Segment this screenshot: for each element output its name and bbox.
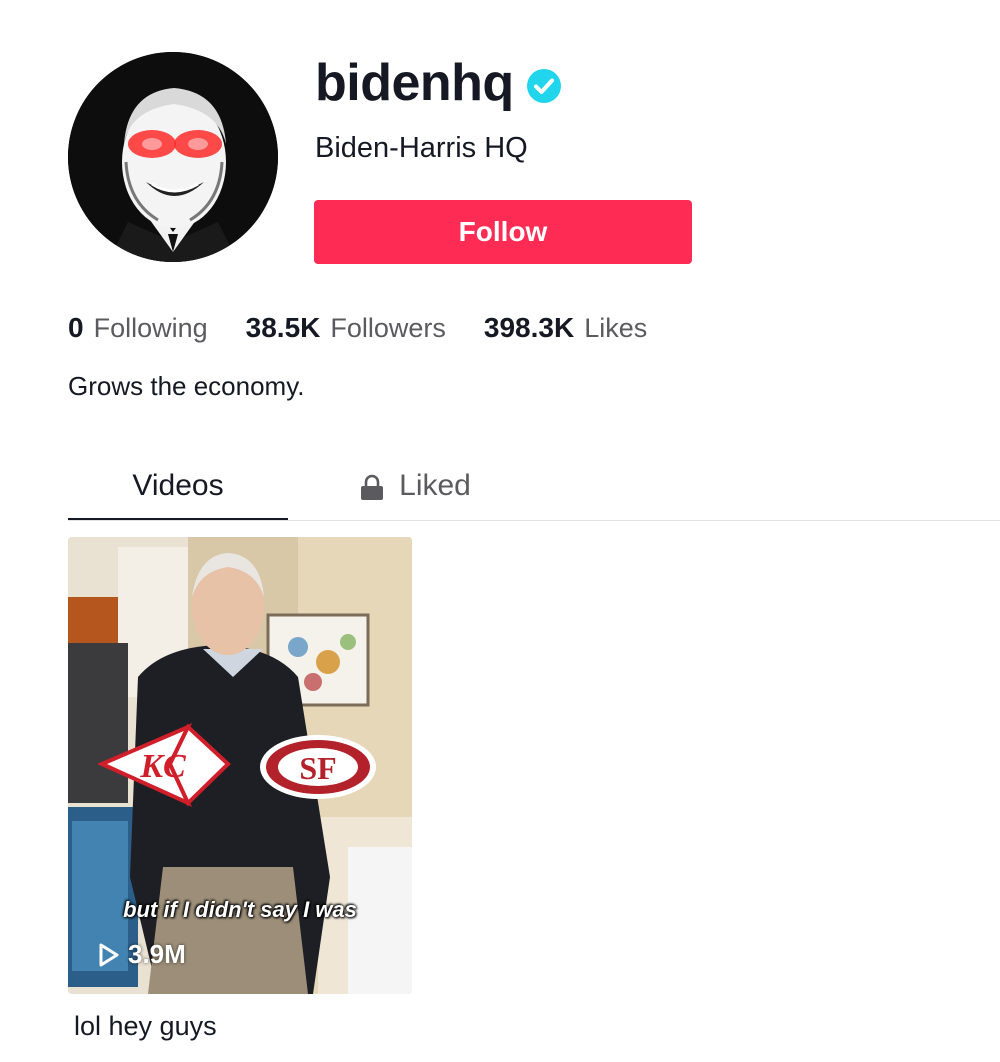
follow-button[interactable]: Follow — [314, 200, 692, 264]
video-thumbnail-image: KC SF — [68, 537, 412, 994]
username-row: bidenhq — [315, 52, 562, 114]
profile-avatar[interactable] — [68, 52, 278, 262]
svg-text:SF: SF — [299, 750, 336, 786]
display-name: Biden-Harris HQ — [315, 132, 528, 164]
view-count: 3.9M — [128, 939, 186, 969]
stat-followers[interactable]: 38.5K Followers — [246, 308, 446, 348]
tab-videos-label: Videos — [132, 469, 224, 502]
tab-liked-label: Liked — [399, 469, 471, 502]
verified-badge-icon — [526, 69, 561, 103]
following-label: Following — [93, 313, 208, 343]
following-count: 0 — [68, 312, 84, 343]
video-caption-overlay: but if I didn't say I was — [123, 897, 357, 922]
profile-stats: 0 Following 38.5K Followers 398.3K Likes — [68, 308, 685, 348]
likes-count: 398.3K — [483, 312, 575, 343]
stat-likes: 398.3K Likes — [484, 308, 647, 348]
video-view-count: 3.9M — [98, 939, 186, 970]
stat-following[interactable]: 0 Following — [68, 308, 208, 348]
profile-tabs: Videos Liked — [0, 452, 1000, 522]
lock-icon — [361, 474, 384, 500]
followers-label: Followers — [330, 313, 446, 343]
avatar-portrait-icon — [68, 52, 278, 262]
followers-count: 38.5K — [245, 312, 321, 343]
profile-bio: Grows the economy. — [68, 371, 305, 401]
tab-liked[interactable]: Liked — [340, 452, 490, 520]
play-icon — [99, 943, 119, 966]
tabs-divider — [68, 520, 1000, 521]
svg-text:KC: KC — [139, 748, 186, 785]
username: bidenhq — [315, 54, 514, 112]
video-title[interactable]: lol hey guys — [74, 1008, 217, 1044]
likes-label: Likes — [584, 313, 648, 343]
tab-videos[interactable]: Videos — [68, 452, 288, 520]
video-thumbnail[interactable]: KC SF but if I didn't say I was 3.9M — [68, 537, 412, 994]
